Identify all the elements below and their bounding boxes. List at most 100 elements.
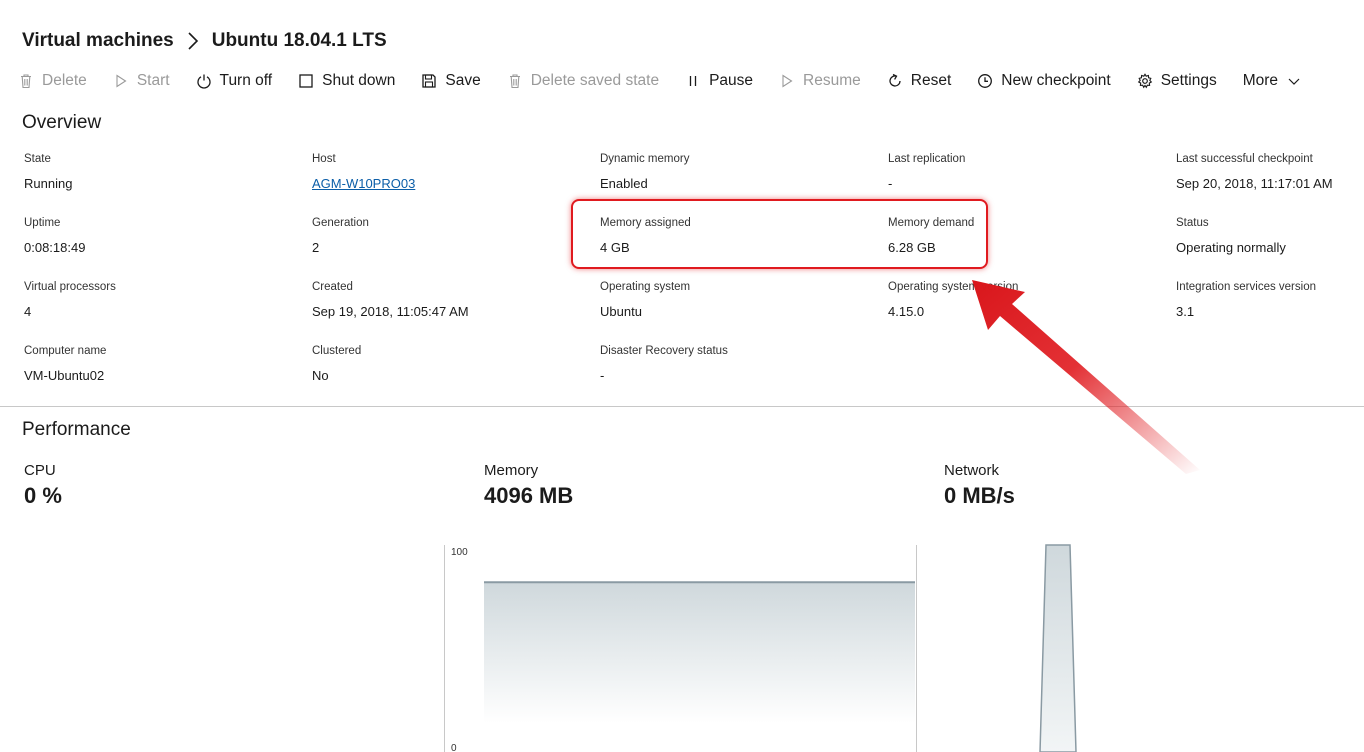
state-value: Running: [24, 176, 73, 191]
created-value: Sep 19, 2018, 11:05:47 AM: [312, 304, 469, 319]
dynamic-memory-value: Enabled: [600, 176, 648, 191]
memory-demand-value: 6.28 GB: [888, 240, 936, 255]
operating-system-field: Operating system Ubuntu: [600, 280, 880, 320]
delete-label: Delete: [42, 72, 87, 89]
save-button[interactable]: Save: [421, 72, 481, 90]
performance-charts: 100 0: [444, 544, 1077, 752]
pause-icon: [685, 73, 701, 89]
vm-toolbar: Delete Start Turn off Shut down Save Del…: [18, 68, 1328, 94]
resume-label: Resume: [803, 72, 861, 89]
start-button[interactable]: Start: [113, 72, 170, 90]
network-metric: Network 0 MB/s: [944, 462, 1015, 508]
network-chart-spike: [1039, 544, 1077, 752]
new-checkpoint-label: New checkpoint: [1001, 72, 1111, 89]
status-label: Status: [1176, 217, 1209, 229]
memory-assigned-value: 4 GB: [600, 240, 630, 255]
shut-down-label: Shut down: [322, 72, 396, 89]
memory-demand-label: Memory demand: [888, 217, 975, 229]
operating-system-label: Operating system: [600, 281, 691, 293]
host-field: Host AGM-W10PRO03: [312, 152, 592, 192]
save-label: Save: [445, 72, 481, 89]
play-icon: [779, 73, 795, 89]
integration-services-value: 3.1: [1176, 304, 1195, 319]
clustered-field: Clustered No: [312, 344, 592, 384]
computer-name-value: VM-Ubuntu02: [24, 368, 105, 383]
chevron-down-icon: [1286, 73, 1302, 89]
trash-icon: [507, 73, 523, 89]
clustered-value: No: [312, 368, 329, 383]
last-checkpoint-field: Last successful checkpoint Sep 20, 2018,…: [1176, 152, 1362, 192]
resume-button[interactable]: Resume: [779, 72, 861, 90]
delete-button[interactable]: Delete: [18, 72, 87, 90]
memory-chart-ymin-label: 0: [451, 743, 457, 752]
dynamic-memory-field: Dynamic memory Enabled: [600, 152, 880, 192]
more-label: More: [1242, 72, 1279, 89]
pause-label: Pause: [709, 72, 754, 89]
memory-chart-ymax-label: 100: [451, 547, 468, 558]
computer-name-field: Computer name VM-Ubuntu02: [24, 344, 304, 384]
host-label: Host: [312, 153, 336, 165]
trash-icon: [18, 73, 34, 89]
last-replication-field: Last replication -: [888, 152, 1168, 192]
more-button[interactable]: More: [1243, 72, 1302, 90]
memory-label: Memory: [484, 462, 539, 479]
memory-chart-area: [484, 582, 915, 723]
uptime-label: Uptime: [24, 217, 61, 229]
network-value: 0 MB/s: [944, 483, 1015, 508]
memory-metric: Memory 4096 MB: [484, 462, 573, 508]
performance-title: Performance: [22, 419, 131, 440]
new-checkpoint-button[interactable]: New checkpoint: [977, 72, 1111, 90]
pause-button[interactable]: Pause: [685, 72, 753, 90]
created-label: Created: [312, 281, 353, 293]
power-icon: [196, 73, 212, 89]
gear-icon: [1137, 73, 1153, 89]
turn-off-button[interactable]: Turn off: [196, 72, 273, 90]
disaster-recovery-value: -: [600, 368, 605, 383]
generation-label: Generation: [312, 217, 369, 229]
clustered-label: Clustered: [312, 345, 362, 357]
virtual-processors-value: 4: [24, 304, 32, 319]
uptime-value: 0:08:18:49: [24, 240, 86, 255]
generation-field: Generation 2: [312, 216, 592, 256]
uptime-field: Uptime 0:08:18:49: [24, 216, 304, 256]
virtual-processors-label: Virtual processors: [24, 281, 116, 293]
last-checkpoint-value: Sep 20, 2018, 11:17:01 AM: [1176, 176, 1333, 191]
disaster-recovery-label: Disaster Recovery status: [600, 345, 728, 357]
square-icon: [298, 73, 314, 89]
generation-value: 2: [312, 240, 320, 255]
created-field: Created Sep 19, 2018, 11:05:47 AM: [312, 280, 592, 320]
integration-services-field: Integration services version 3.1: [1176, 280, 1362, 320]
reset-label: Reset: [910, 72, 952, 89]
os-version-field: Operating system version 4.15.0: [888, 280, 1168, 320]
breadcrumb-root-link[interactable]: Virtual machines: [22, 30, 174, 52]
memory-demand-field: Memory demand 6.28 GB: [888, 216, 1168, 256]
network-label: Network: [944, 462, 1000, 479]
chevron-right-icon: [182, 30, 204, 52]
shut-down-button[interactable]: Shut down: [298, 72, 395, 90]
cpu-label: CPU: [24, 462, 56, 479]
cpu-value: 0 %: [24, 483, 62, 508]
settings-label: Settings: [1160, 72, 1217, 89]
last-replication-label: Last replication: [888, 153, 966, 165]
floppy-disk-icon: [421, 73, 437, 89]
clock-icon: [977, 73, 993, 89]
settings-button[interactable]: Settings: [1137, 72, 1217, 90]
memory-value: 4096 MB: [484, 483, 574, 508]
turn-off-label: Turn off: [219, 72, 273, 89]
host-link[interactable]: AGM-W10PRO03: [312, 176, 592, 192]
breadcrumb-current: Ubuntu 18.04.1 LTS: [211, 30, 387, 51]
computer-name-label: Computer name: [24, 345, 107, 357]
refresh-icon: [887, 73, 903, 89]
status-field: Status Operating normally: [1176, 216, 1362, 256]
delete-saved-state-label: Delete saved state: [530, 72, 660, 89]
cpu-metric: CPU 0 %: [24, 462, 62, 508]
disaster-recovery-field: Disaster Recovery status -: [600, 344, 880, 384]
operating-system-value: Ubuntu: [600, 304, 642, 319]
delete-saved-state-button[interactable]: Delete saved state: [507, 72, 659, 90]
integration-services-label: Integration services version: [1176, 281, 1316, 293]
status-value: Operating normally: [1176, 240, 1286, 255]
last-checkpoint-label: Last successful checkpoint: [1176, 153, 1313, 165]
reset-button[interactable]: Reset: [887, 72, 952, 90]
play-icon: [113, 73, 129, 89]
breadcrumb: Virtual machines Ubuntu 18.04.1 LTS: [22, 28, 387, 54]
